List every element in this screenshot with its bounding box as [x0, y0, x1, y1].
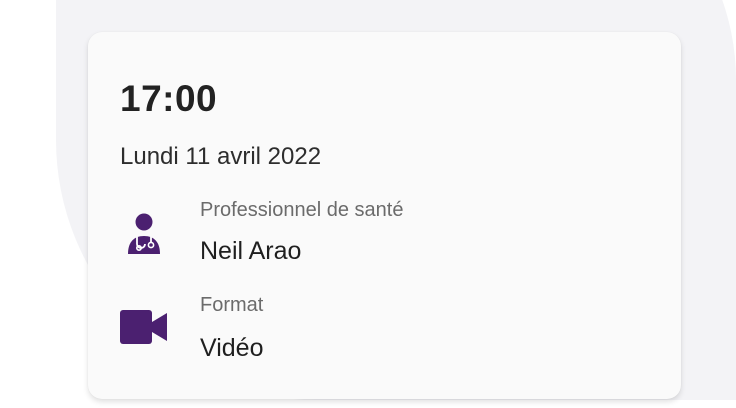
doctor-icon: [118, 208, 170, 260]
professional-label: Professionnel de santé: [200, 199, 404, 221]
appointment-time: 17:00: [120, 78, 218, 119]
appointment-card: 17:00 Lundi 11 avril 2022 Professionnel …: [88, 32, 681, 399]
appointment-date: Lundi 11 avril 2022: [120, 143, 322, 170]
format-value: Vidéo: [200, 334, 264, 362]
video-camera-icon: [118, 302, 170, 354]
professional-name: Neil Arao: [200, 237, 302, 265]
format-label: Format: [200, 294, 264, 316]
